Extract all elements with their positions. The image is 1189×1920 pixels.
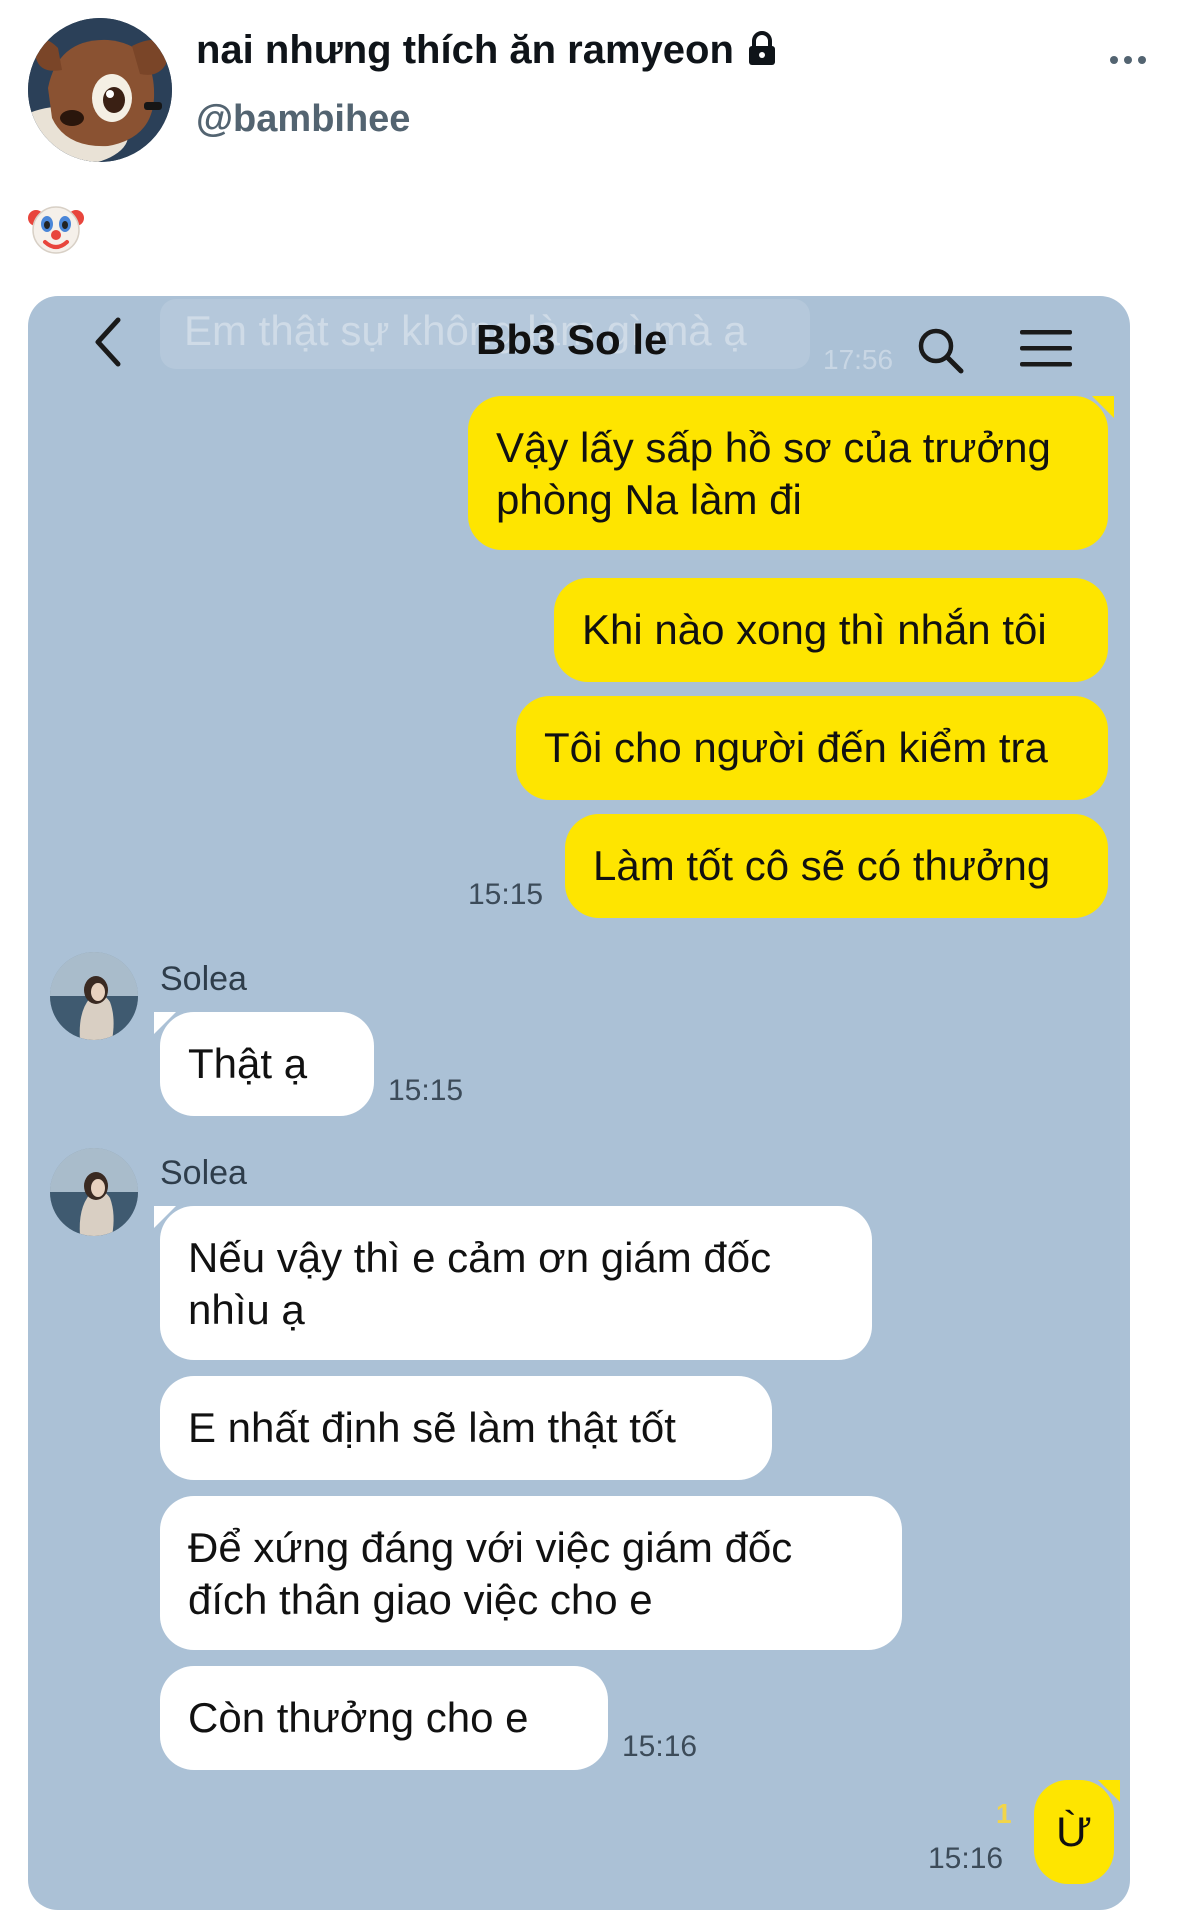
incoming-message-bubble[interactable]: Để xứng đáng với việc giám đốc đích thân… — [160, 1496, 902, 1650]
outgoing-message-bubble[interactable]: Tôi cho người đến kiểm tra — [516, 696, 1108, 800]
fawn-avatar-icon — [28, 18, 172, 162]
message-timestamp: 15:16 — [622, 1730, 698, 1763]
display-name-text: nai nhưng thích ăn ramyeon — [196, 28, 734, 72]
bubble-tail — [154, 1206, 176, 1228]
sender-profile-photo[interactable] — [50, 1148, 138, 1236]
outgoing-message-bubble[interactable]: Vậy lấy sấp hồ sơ của trưởng phòng Na là… — [468, 396, 1108, 550]
lock-icon — [748, 31, 775, 65]
message-line: phòng Na làm đi — [496, 476, 802, 523]
incoming-message-bubble[interactable]: Còn thưởng cho e — [160, 1666, 608, 1770]
message-timestamp: 15:16 — [928, 1842, 1004, 1875]
incoming-message-bubble[interactable]: Nếu vậy thì e cảm ơn giám đốc nhìu ạ — [160, 1206, 872, 1360]
profile-photo-icon — [50, 1148, 138, 1236]
more-options-icon[interactable] — [1108, 52, 1148, 68]
chat-screenshot[interactable]: Em thật sự không làm gì mà ạ 17:56 Bb3 S… — [28, 296, 1130, 1910]
message-timestamp: 15:15 — [388, 1074, 464, 1107]
unread-count: 1 — [996, 1798, 1012, 1829]
hamburger-menu-icon[interactable] — [1018, 326, 1074, 372]
sender-name: Solea — [160, 1154, 247, 1192]
bubble-tail — [1098, 1780, 1120, 1802]
message-line: Vậy lấy sấp hồ sơ của trưởng — [496, 424, 1051, 471]
message-timestamp: 15:15 — [468, 878, 544, 911]
outgoing-message-bubble[interactable]: Làm tốt cô sẽ có thưởng — [565, 814, 1108, 918]
back-chevron-icon[interactable] — [84, 314, 134, 370]
sender-name: Solea — [160, 960, 247, 998]
outgoing-message-bubble[interactable]: Khi nào xong thì nhắn tôi — [554, 578, 1108, 682]
message-line: Nếu vậy thì e cảm ơn giám đốc — [188, 1234, 772, 1281]
message-line: đích thân giao việc cho e — [188, 1576, 653, 1623]
user-handle[interactable]: @bambihee — [196, 98, 410, 141]
bubble-tail — [154, 1012, 176, 1034]
message-line: nhìu ạ — [188, 1286, 305, 1333]
display-name[interactable]: nai nhưng thích ăn ramyeon — [196, 28, 780, 73]
message-line: Để xứng đáng với việc giám đốc — [188, 1524, 793, 1571]
incoming-message-bubble[interactable]: Thật ạ — [160, 1012, 374, 1116]
sender-profile-photo[interactable] — [50, 952, 138, 1040]
chat-room-title: Bb3 So le — [476, 316, 668, 363]
bubble-tail — [1092, 396, 1114, 418]
profile-photo-icon — [50, 952, 138, 1040]
faded-timestamp: 17:56 — [823, 344, 894, 375]
search-icon[interactable] — [914, 324, 966, 376]
incoming-message-bubble[interactable]: E nhất định sẽ làm thật tốt — [160, 1376, 772, 1480]
clown-face-icon — [28, 206, 84, 254]
user-avatar[interactable] — [28, 18, 172, 162]
